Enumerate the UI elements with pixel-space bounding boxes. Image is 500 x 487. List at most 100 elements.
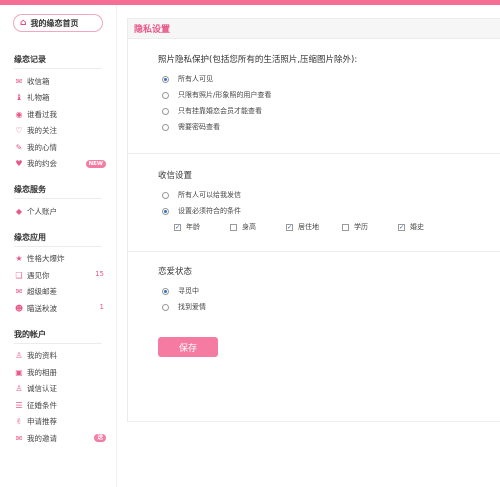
new-badge: 送 (94, 434, 106, 442)
checkbox-box[interactable] (230, 223, 237, 231)
photo-privacy-title: 照片隐私保护(包括您所有的生活照片,压缩图片除外): (158, 55, 358, 65)
sidebar-section-title: 缘恋应用 (14, 232, 102, 247)
sidebar-item[interactable]: ✉ 超级邮差 (14, 284, 108, 301)
sidebar-item[interactable]: ❑ 遇见你 15 (14, 267, 108, 284)
photo-privacy-option[interactable]: 只有挂靠婚恋会员才能查看 (158, 103, 357, 119)
mail-setting-option[interactable]: 所有人可以给我发信 (158, 187, 454, 203)
sidebar-item-label: 性格大爆炸 (27, 254, 65, 264)
love-status-option[interactable]: 找到爱情 (158, 299, 206, 315)
radio-button[interactable] (162, 207, 169, 215)
panel-title: 隐私设置 (128, 19, 500, 39)
condition-checkbox[interactable]: 身高 (230, 222, 286, 232)
photo-privacy-option[interactable]: 需要密码查看 (158, 119, 357, 135)
sidebar-item-label: 礼物箱 (27, 93, 50, 103)
sidebar-item[interactable]: ♥ 我的约会 NEW (14, 156, 108, 173)
sidebar-item[interactable]: ▣ 我的相册 (14, 364, 108, 381)
mail-icon: ✉ (15, 76, 23, 86)
radio-button[interactable] (162, 191, 169, 199)
condition-checkbox[interactable]: ✓ 居住地 (286, 222, 342, 232)
radio-button[interactable] (162, 75, 169, 83)
condition-checkbox[interactable]: ✓ 婚史 (398, 222, 454, 232)
sidebar-item[interactable]: ✉ 我的邀请 送 (14, 430, 108, 447)
sidebar-section: 缘恋服务 ◆ 个人账户 (14, 184, 108, 220)
checkbox-label: 居住地 (298, 223, 319, 231)
radio-button[interactable] (162, 287, 169, 295)
radio-button[interactable] (162, 91, 169, 99)
sidebar-item[interactable]: ♙ 我的资料 (14, 348, 108, 365)
sidebar-item[interactable]: ♝ 礼物箱 (14, 90, 108, 107)
love-status-title: 恋爱状态 (158, 267, 193, 277)
sidebar-item-label: 遇见你 (27, 270, 50, 280)
sidebar-item-label: 申请推荐 (27, 417, 57, 427)
sidebar-item-label: 我的相册 (27, 367, 57, 377)
mail-conditions: ✓ 年龄 身高 ✓ 居住地 学历 ✓ 婚史 (174, 219, 454, 235)
radio-label: 所有人可见 (178, 75, 213, 83)
sidebar-item[interactable]: ☻ 瞄送秋波 1 (14, 300, 108, 317)
gift-icon: ♝ (15, 93, 23, 103)
cards-icon: ❑ (15, 270, 23, 280)
radio-label: 需要密码查看 (178, 123, 220, 131)
checkmark-icon[interactable]: ✓ (398, 223, 405, 231)
radio-button[interactable] (162, 123, 169, 131)
sidebar-item[interactable]: ☰ 征婚条件 (14, 397, 108, 414)
eye-icon: ◉ (15, 109, 23, 119)
sidebar-item-label: 我的约会 (27, 159, 57, 169)
couple-icon: ♥ (15, 159, 23, 169)
sidebar-section-title: 我的帐户 (14, 329, 102, 344)
checkbox-box[interactable] (342, 223, 349, 231)
mail-setting-option[interactable]: 设置必须符合的条件 (158, 203, 454, 219)
user-icon: ♙ (15, 351, 23, 361)
divider (128, 251, 500, 252)
home-icon: ⌂ (20, 18, 27, 28)
save-button[interactable]: 保存 (158, 337, 218, 357)
sidebar-item-label: 我的资料 (27, 351, 57, 361)
album-icon: ▣ (15, 367, 23, 377)
sidebar-item[interactable]: ♙ 诚信认证 (14, 381, 108, 398)
sidebar-item[interactable]: ♡ 我的关注 (14, 123, 108, 140)
wink-icon: ☻ (14, 303, 24, 313)
condition-checkbox[interactable]: ✓ 年龄 (174, 222, 230, 232)
checkbox-label: 身高 (242, 223, 256, 231)
sidebar-item[interactable]: ◆ 个人账户 (14, 203, 108, 220)
home-label: 我的缘恋首页 (30, 18, 79, 28)
new-badge: NEW (85, 159, 106, 168)
radio-label: 找到爱情 (178, 303, 206, 311)
sidebar-item[interactable]: ✉ 收信箱 (14, 73, 108, 90)
photo-privacy-option[interactable]: 所有人可见 (158, 71, 357, 87)
sidebar-divider (116, 5, 117, 487)
sidebar-item-label: 收信箱 (27, 76, 50, 86)
sidebar-item[interactable]: ✎ 我的心情 (14, 139, 108, 156)
sidebar-section: 缘恋应用 ★ 性格大爆炸 ❑ 遇见你 15 ✉ 超级邮差 ☻ 瞄送秋波 1 (14, 232, 108, 317)
tag-icon: ◆ (15, 206, 23, 216)
verify-icon: ♙ (15, 384, 23, 394)
love-status-group: 恋爱状态 寻觅中找到爱情 (158, 265, 206, 315)
sidebar-item[interactable]: ◉ 谁看过我 (14, 106, 108, 123)
checkbox-label: 年龄 (186, 223, 200, 231)
checkbox-label: 婚史 (410, 223, 424, 231)
sidebar-item-label: 谁看过我 (27, 109, 57, 119)
sidebar-item-label: 诚信认证 (27, 384, 57, 394)
radio-button[interactable] (162, 107, 169, 115)
sidebar-item-label: 我的邀请 (27, 433, 57, 443)
photo-privacy-option[interactable]: 只限有照片/形象照的用户查看 (158, 87, 357, 103)
sidebar-item-label: 瞄送秋波 (27, 303, 57, 313)
mail-settings-title: 收信设置 (158, 171, 193, 181)
heart-icon: ♡ (15, 126, 23, 136)
checkbox-label: 学历 (354, 223, 368, 231)
condition-checkbox[interactable]: 学历 (342, 222, 398, 232)
privacy-settings-panel: 隐私设置 照片隐私保护(包括您所有的生活照片,压缩图片除外): 所有人可见只限有… (127, 18, 500, 422)
sidebar-item-label: 我的关注 (27, 126, 57, 136)
radio-button[interactable] (162, 303, 169, 311)
item-count: 15 (95, 270, 104, 278)
checkmark-icon[interactable]: ✓ (286, 223, 293, 231)
home-button[interactable]: ⌂ 我的缘恋首页 (13, 14, 103, 32)
sidebar-item[interactable]: ✌ 申请推荐 (14, 414, 108, 431)
postman-icon: ✉ (15, 287, 23, 297)
sidebar-item[interactable]: ★ 性格大爆炸 (14, 251, 108, 268)
checkmark-icon[interactable]: ✓ (174, 223, 181, 231)
divider (128, 153, 500, 154)
note-icon: ✎ (15, 142, 23, 152)
sidebar-item-label: 我的心情 (27, 142, 57, 152)
photo-privacy-group: 照片隐私保护(包括您所有的生活照片,压缩图片除外): 所有人可见只限有照片/形象… (158, 53, 357, 135)
love-status-option[interactable]: 寻觅中 (158, 283, 206, 299)
